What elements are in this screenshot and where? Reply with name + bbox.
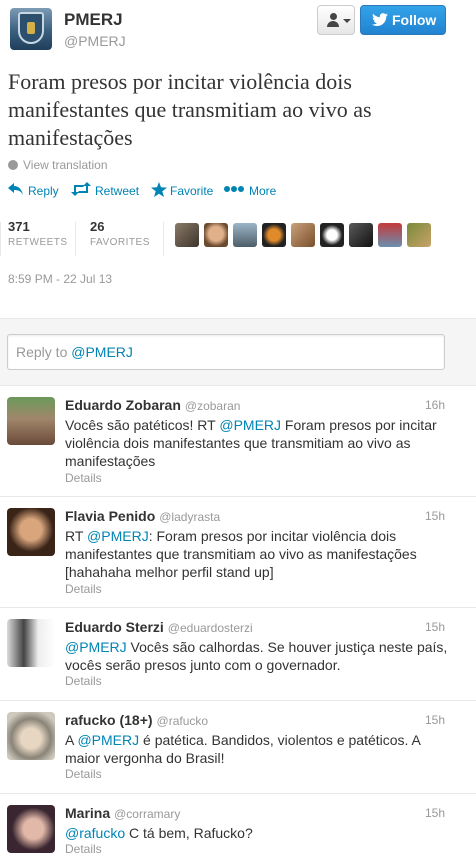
- favoriter-avatar[interactable]: [204, 223, 228, 247]
- reply-time[interactable]: 15h: [425, 509, 445, 523]
- reply-time[interactable]: 16h: [425, 398, 445, 412]
- favoriter-avatar[interactable]: [320, 223, 344, 247]
- reply-author-name[interactable]: Marina: [65, 805, 110, 821]
- reply-mention-link[interactable]: @PMERJ: [65, 639, 127, 655]
- globe-icon: [8, 160, 18, 170]
- reply-author: Marina @corramary: [65, 805, 180, 821]
- follow-button[interactable]: Follow: [360, 5, 446, 35]
- reply-author: rafucko (18+) @rafucko: [65, 712, 208, 728]
- caret-down-icon: [343, 19, 351, 23]
- reply-details-link[interactable]: Details: [65, 842, 102, 856]
- reply-text: @rafucko C tá bem, Rafucko?: [65, 824, 450, 842]
- reply-author-name[interactable]: Flavia Penido: [65, 508, 155, 524]
- reply-time[interactable]: 15h: [425, 806, 445, 820]
- reply-author-name[interactable]: Eduardo Sterzi: [65, 619, 164, 635]
- profile-handle[interactable]: @PMERJ: [64, 33, 126, 49]
- reply-details-link[interactable]: Details: [65, 582, 102, 596]
- reply-avatar[interactable]: [7, 508, 55, 556]
- reply-area: Reply to @PMERJ: [0, 318, 476, 386]
- favoriter-avatar[interactable]: [349, 223, 373, 247]
- reply-author-handle[interactable]: @corramary: [114, 807, 180, 821]
- favoriter-avatar[interactable]: [378, 223, 402, 247]
- reply-author: Eduardo Sterzi @eduardosterzi: [65, 619, 253, 635]
- reply-author-handle[interactable]: @zobaran: [185, 399, 241, 413]
- reply-input[interactable]: Reply to @PMERJ: [7, 334, 445, 370]
- reply-text-pre: A: [65, 732, 78, 748]
- reply-mention-link[interactable]: @PMERJ: [87, 528, 149, 544]
- reply-mention-link[interactable]: @rafucko: [65, 825, 125, 841]
- reply-time[interactable]: 15h: [425, 713, 445, 727]
- more-label: More: [249, 184, 277, 198]
- reply-author: Flavia Penido @ladyrasta: [65, 508, 220, 524]
- reply-text-pre: Vocês são patéticos! RT: [65, 417, 220, 433]
- reply-text-pre: RT: [65, 528, 88, 544]
- reply-author-handle[interactable]: @eduardosterzi: [168, 621, 253, 635]
- favorites-count[interactable]: 26: [90, 219, 104, 234]
- reply-mention-link[interactable]: @PMERJ: [219, 417, 281, 433]
- reply-label: Reply: [28, 184, 59, 198]
- reply-avatar[interactable]: [7, 619, 55, 667]
- favorite-star-icon: [151, 182, 167, 197]
- view-translation-link[interactable]: View translation: [8, 158, 108, 172]
- reply-item[interactable]: Marina @corramary 15h @rafucko C tá bem, …: [0, 795, 476, 859]
- reply-details-link[interactable]: Details: [65, 674, 102, 688]
- reply-author-name[interactable]: Eduardo Zobaran: [65, 397, 181, 413]
- reply-avatar[interactable]: [7, 805, 55, 853]
- reply-mention-link[interactable]: @PMERJ: [77, 732, 139, 748]
- follow-label: Follow: [392, 12, 437, 28]
- retweets-label[interactable]: RETWEETS: [8, 237, 68, 248]
- reply-details-link[interactable]: Details: [65, 767, 102, 781]
- reply-text: A @PMERJ é patética. Bandidos, violentos…: [65, 731, 450, 767]
- view-translation-label: View translation: [23, 158, 108, 172]
- favoriter-avatar[interactable]: [262, 223, 286, 247]
- reply-prefix: Reply to: [16, 344, 72, 360]
- reply-avatar[interactable]: [7, 397, 55, 445]
- reply-author-handle[interactable]: @ladyrasta: [159, 510, 220, 524]
- reply-item[interactable]: rafucko (18+) @rafucko 15h A @PMERJ é pat…: [0, 702, 476, 794]
- retweet-label: Retweet: [95, 184, 140, 198]
- favoriter-avatar[interactable]: [407, 223, 431, 247]
- reply-text: RT @PMERJ: Foram presos por incitar viol…: [65, 527, 450, 581]
- more-dots-icon: [224, 186, 244, 192]
- profile-name[interactable]: PMERJ: [64, 10, 123, 30]
- retweet-icon: [71, 182, 91, 196]
- reply-details-link[interactable]: Details: [65, 471, 102, 485]
- reply-mention: @PMERJ: [71, 344, 133, 360]
- twitter-bird-icon: [372, 13, 388, 26]
- reply-text: Vocês são patéticos! RT @PMERJ Foram pre…: [65, 416, 450, 470]
- favoriter-avatar[interactable]: [233, 223, 257, 247]
- tweet-text: Foram presos por incitar violência dois …: [8, 69, 372, 150]
- favorite-label: Favorite: [170, 184, 214, 198]
- reply-author-handle[interactable]: @rafucko: [157, 714, 209, 728]
- user-icon: [327, 13, 339, 27]
- favorites-label[interactable]: FAVORITES: [90, 237, 150, 248]
- reply-author-name[interactable]: rafucko (18+): [65, 712, 153, 728]
- reply-text: @PMERJ Vocês são calhordas. Se houver ju…: [65, 638, 450, 674]
- reply-avatar[interactable]: [7, 712, 55, 760]
- reply-author: Eduardo Zobaran @zobaran: [65, 397, 240, 413]
- profile-avatar[interactable]: [10, 8, 52, 50]
- profile-header: PMERJ @PMERJ Follow: [0, 0, 476, 60]
- favoriter-avatar[interactable]: [291, 223, 315, 247]
- favoriter-avatar[interactable]: [175, 223, 199, 247]
- reply-text-post: C tá bem, Rafucko?: [125, 825, 253, 841]
- reply-time[interactable]: 15h: [425, 620, 445, 634]
- reply-item[interactable]: Eduardo Sterzi @eduardosterzi 15h @PMERJ …: [0, 609, 476, 701]
- reply-icon: [8, 183, 23, 195]
- reply-item[interactable]: Eduardo Zobaran @zobaran 16h Vocês são pa…: [0, 387, 476, 497]
- tweet-timestamp[interactable]: 8:59 PM - 22 Jul 13: [8, 272, 112, 286]
- retweets-count[interactable]: 371: [8, 219, 30, 234]
- reply-item[interactable]: Flavia Penido @ladyrasta 15h RT @PMERJ: F…: [0, 498, 476, 608]
- user-actions-button[interactable]: [317, 5, 355, 35]
